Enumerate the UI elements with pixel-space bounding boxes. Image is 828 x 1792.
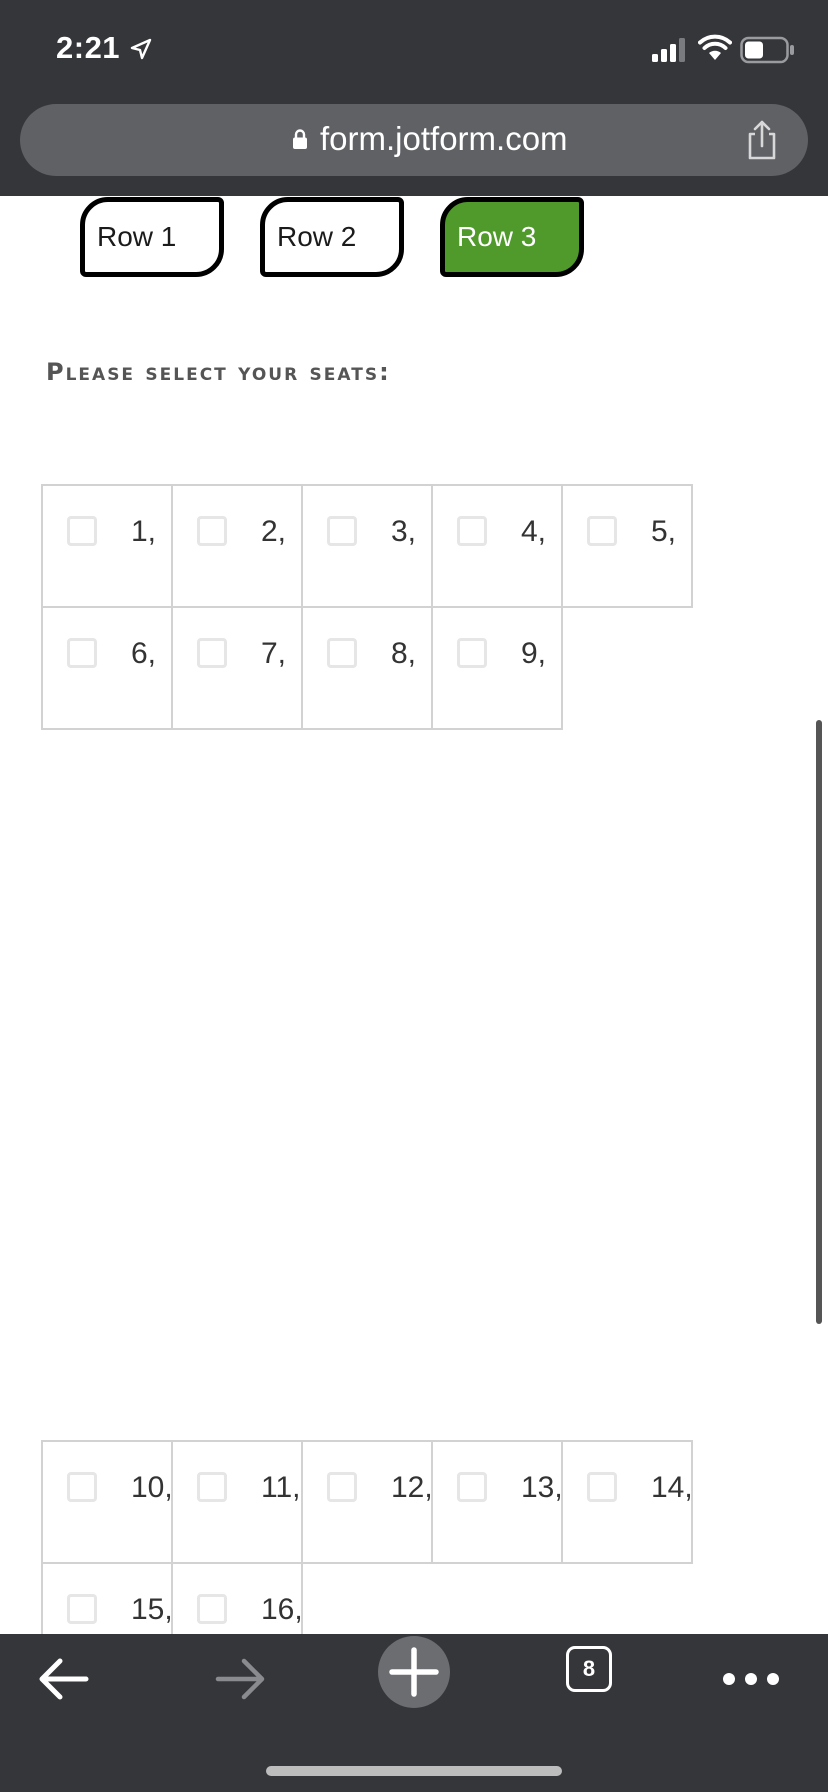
seat-number-label: 16, <box>261 1593 303 1626</box>
seat-checkbox[interactable] <box>587 516 617 546</box>
more-dots-icon[interactable] <box>706 1634 796 1724</box>
seat-number-label: 2, <box>261 515 287 548</box>
row-tab-1[interactable]: Row 1 <box>80 197 224 277</box>
forward-arrow-icon[interactable] <box>194 1634 284 1724</box>
seat-number-label: 14, <box>651 1471 693 1504</box>
seat-number-label: 10, <box>131 1471 173 1504</box>
seat-checkbox[interactable] <box>67 638 97 668</box>
new-tab-button[interactable] <box>378 1636 450 1708</box>
location-arrow-icon <box>130 38 152 60</box>
seat-option[interactable]: 7, <box>171 606 303 730</box>
seat-checkbox[interactable] <box>197 516 227 546</box>
wifi-icon <box>698 34 732 60</box>
seat-option[interactable]: 1, <box>41 484 173 608</box>
plus-icon <box>389 1647 439 1697</box>
row-tab-3[interactable]: Row 3 <box>440 197 584 277</box>
seat-selection-heading: Please select your seats: <box>46 358 391 386</box>
signal-bars-icon <box>652 38 685 62</box>
seat-checkbox[interactable] <box>457 638 487 668</box>
status-time: 2:21 <box>56 30 121 65</box>
seat-number-label: 4, <box>521 515 547 548</box>
seat-option[interactable]: 13, <box>431 1440 563 1564</box>
seat-option[interactable]: 8, <box>301 606 433 730</box>
tab-switcher-button[interactable]: 8 <box>566 1646 612 1692</box>
back-arrow-icon[interactable] <box>20 1634 110 1724</box>
row-tab-label: Row 1 <box>97 221 177 252</box>
seat-checkbox[interactable] <box>67 1594 97 1624</box>
seat-option[interactable]: 4, <box>431 484 563 608</box>
seat-checkbox[interactable] <box>327 638 357 668</box>
seat-checkbox[interactable] <box>197 638 227 668</box>
seat-option[interactable]: 14, <box>561 1440 693 1564</box>
browser-top-chrome: 2:21 form.jotform.com <box>0 0 828 196</box>
seat-checkbox[interactable] <box>67 516 97 546</box>
seat-option[interactable]: 9, <box>431 606 563 730</box>
seat-number-label: 8, <box>391 637 417 670</box>
seat-number-label: 13, <box>521 1471 563 1504</box>
share-icon[interactable] <box>742 118 782 162</box>
seat-option[interactable]: 10, <box>41 1440 173 1564</box>
page-scrollbar[interactable] <box>816 720 822 1324</box>
battery-icon <box>740 36 794 64</box>
seat-number-label: 12, <box>391 1471 433 1504</box>
browser-bottom-toolbar: 8 <box>0 1634 828 1792</box>
seat-option[interactable]: 2, <box>171 484 303 608</box>
row-tab-2[interactable]: Row 2 <box>260 197 404 277</box>
seat-checkbox[interactable] <box>327 1472 357 1502</box>
seat-checkbox[interactable] <box>457 1472 487 1502</box>
seat-number-label: 15, <box>131 1593 173 1626</box>
seat-number-label: 9, <box>521 637 547 670</box>
seat-checkbox[interactable] <box>587 1472 617 1502</box>
lock-icon <box>293 129 307 149</box>
address-bar[interactable]: form.jotform.com <box>20 104 808 176</box>
seat-number-label: 1, <box>131 515 157 548</box>
url-text: form.jotform.com <box>320 120 568 157</box>
seat-option[interactable]: 11, <box>171 1440 303 1564</box>
row-tab-label: Row 3 <box>457 221 537 252</box>
seat-number-label: 11, <box>261 1471 301 1504</box>
seat-number-label: 7, <box>261 637 287 670</box>
seat-option[interactable]: 3, <box>301 484 433 608</box>
seat-checkbox[interactable] <box>197 1594 227 1624</box>
row-tab-label: Row 2 <box>277 221 357 252</box>
seat-checkbox[interactable] <box>197 1472 227 1502</box>
seat-checkbox[interactable] <box>327 516 357 546</box>
seat-number-label: 3, <box>391 515 417 548</box>
seat-option[interactable]: 12, <box>301 1440 433 1564</box>
seat-option[interactable]: 5, <box>561 484 693 608</box>
seat-option[interactable]: 6, <box>41 606 173 730</box>
seat-number-label: 6, <box>131 637 157 670</box>
seat-checkbox[interactable] <box>67 1472 97 1502</box>
home-indicator <box>266 1766 562 1776</box>
seat-checkbox[interactable] <box>457 516 487 546</box>
seat-number-label: 5, <box>651 515 677 548</box>
